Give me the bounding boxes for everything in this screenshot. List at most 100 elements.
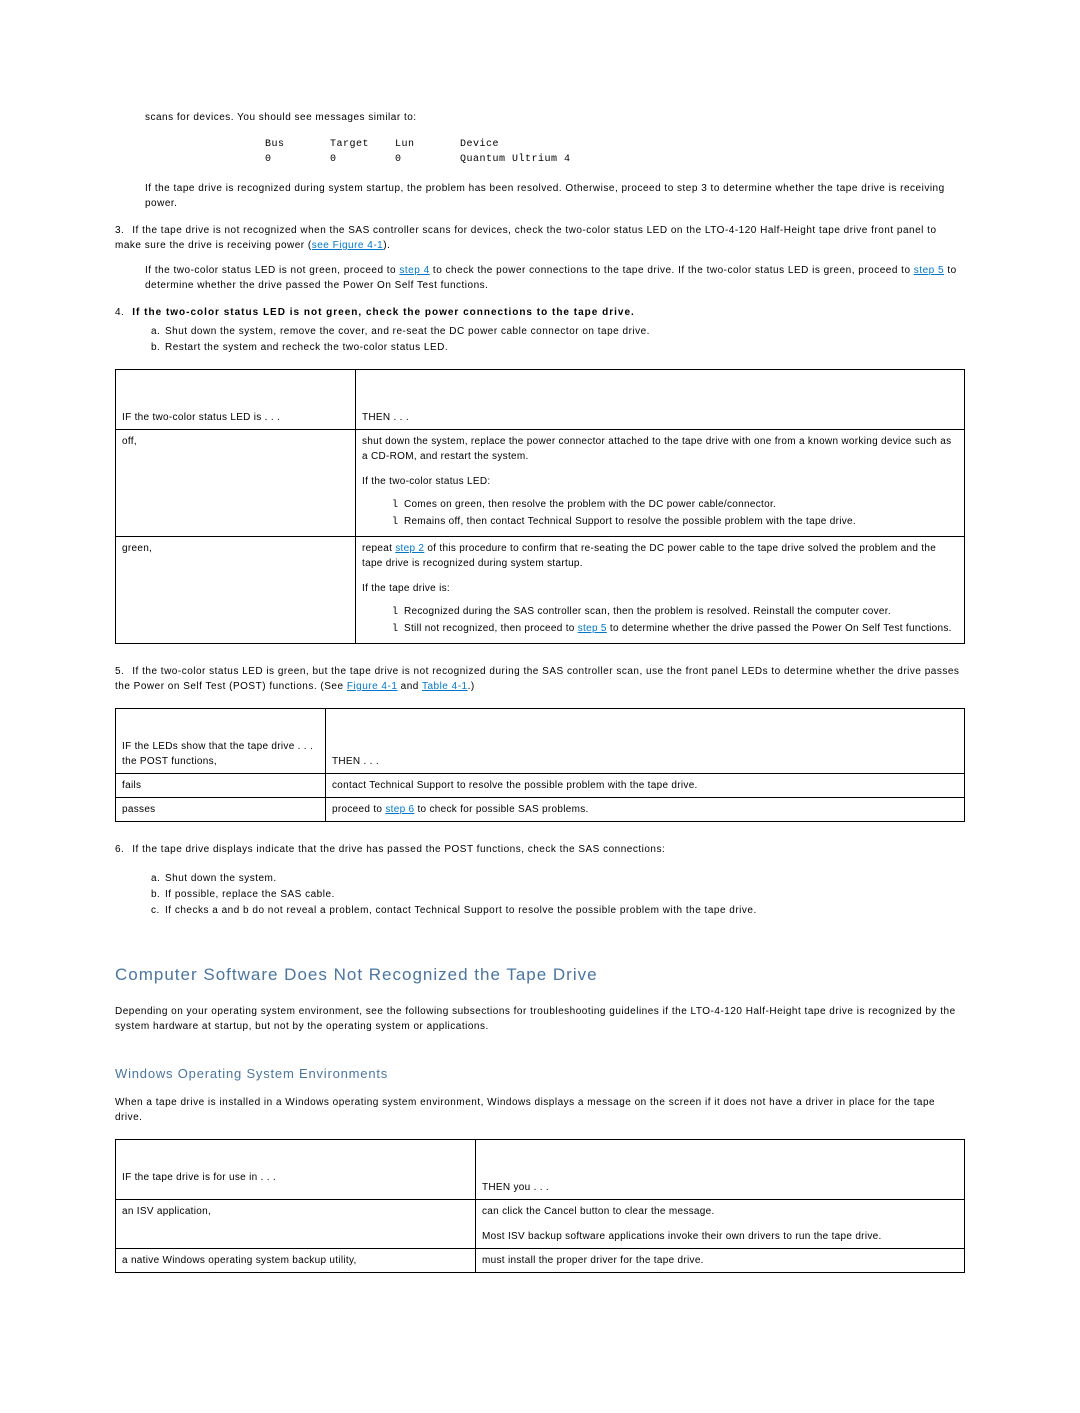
step-4: 4. If the two-color status LED is not gr… <box>115 305 965 355</box>
bullet-list: lComes on green, then resolve the proble… <box>392 497 958 530</box>
table-cell: contact Technical Support to resolve the… <box>326 774 965 798</box>
post-table: IF the LEDs show that the tape drive . .… <box>115 708 965 822</box>
table-cell: green, <box>116 537 356 644</box>
h3-paragraph: When a tape drive is installed in a Wind… <box>115 1095 965 1125</box>
step-4-a: Shut down the system, remove the cover, … <box>165 326 650 337</box>
link-table-4-1[interactable]: Table 4-1 <box>422 681 468 692</box>
table-header-row: IF the two-color status LED is . . . THE… <box>116 370 965 430</box>
step-5-text-c: .) <box>468 681 475 692</box>
step-6-text: If the tape drive displays indicate that… <box>132 844 665 855</box>
bullet-text: Comes on green, then resolve the problem… <box>404 499 776 510</box>
link-step-5[interactable]: step 5 <box>914 265 944 276</box>
table-header-row: IF the LEDs show that the tape drive . .… <box>116 709 965 774</box>
cell-p1: repeat step 2 of this procedure to confi… <box>362 541 958 571</box>
after-pre-paragraph: If the tape drive is recognized during s… <box>145 181 965 211</box>
intro-line: scans for devices. You should see messag… <box>145 110 965 125</box>
bullet-list: lRecognized during the SAS controller sc… <box>392 604 958 637</box>
table-row: green, repeat step 2 of this procedure t… <box>116 537 965 644</box>
step-3-p2-b: to check the power connections to the ta… <box>430 265 914 276</box>
cell-text: of this procedure to confirm that re-sea… <box>362 543 936 569</box>
substep-letter: a. <box>151 324 165 339</box>
table-header: IF the tape drive is for use in . . . <box>116 1140 476 1200</box>
table-cell: shut down the system, replace the power … <box>356 430 965 537</box>
table-row: an ISV application, can click the Cancel… <box>116 1200 965 1249</box>
link-see-figure-4-1[interactable]: see Figure 4-1 <box>312 240 383 251</box>
step-3-p2-a: If the two-color status LED is not green… <box>145 265 399 276</box>
link-step-4[interactable]: step 4 <box>399 265 429 276</box>
cell-p2: If the tape drive is: <box>362 581 958 596</box>
bullet-icon: l <box>392 515 404 530</box>
cell-p1: shut down the system, replace the power … <box>362 434 958 464</box>
step-number: 6. <box>115 842 129 857</box>
bullet-icon: l <box>392 605 404 620</box>
cell-p2: Most ISV backup software applications in… <box>482 1229 958 1244</box>
subheading-windows: Windows Operating System Environments <box>115 1064 965 1084</box>
substep-letter: b. <box>151 887 165 902</box>
step-4-sublist: a.Shut down the system, remove the cover… <box>151 324 965 355</box>
step-6-c: If checks a and b do not reveal a proble… <box>165 905 757 916</box>
step-4-text: If the two-color status LED is not green… <box>132 307 635 318</box>
link-step-5-b[interactable]: step 5 <box>578 623 607 634</box>
bullet-icon: l <box>392 622 404 637</box>
step-number: 4. <box>115 305 129 320</box>
cell-p2: If the two-color status LED: <box>362 474 958 489</box>
table-row: fails contact Technical Support to resol… <box>116 774 965 798</box>
table-header: THEN you . . . <box>476 1140 965 1200</box>
step-6: 6. If the tape drive displays indicate t… <box>115 842 965 918</box>
table-row: passes proceed to step 6 to check for po… <box>116 798 965 822</box>
table-cell: passes <box>116 798 326 822</box>
step-5-text-a: If the two-color status LED is green, bu… <box>115 666 959 692</box>
substep-letter: b. <box>151 340 165 355</box>
cell-text: proceed to <box>332 804 385 815</box>
link-step-6[interactable]: step 6 <box>385 804 414 815</box>
step-number: 3. <box>115 223 129 238</box>
step-number: 5. <box>115 664 129 679</box>
cell-text: repeat <box>362 543 395 554</box>
led-status-table: IF the two-color status LED is . . . THE… <box>115 369 965 644</box>
bullet-text: Still not recognized, then proceed to st… <box>404 623 952 634</box>
device-scan-output: Bus Target Lun Device 0 0 0 Quantum Ultr… <box>265 137 965 167</box>
step-3-text-b: ). <box>383 240 390 251</box>
table-header: IF the two-color status LED is . . . <box>116 370 356 430</box>
table-header: THEN . . . <box>356 370 965 430</box>
step-5: 5. If the two-color status LED is green,… <box>115 664 965 694</box>
link-figure-4-1[interactable]: Figure 4-1 <box>347 681 398 692</box>
table-cell: fails <box>116 774 326 798</box>
substep-letter: c. <box>151 903 165 918</box>
table-header: IF the LEDs show that the tape drive . .… <box>116 709 326 774</box>
substep-letter: a. <box>151 871 165 886</box>
table-cell: can click the Cancel button to clear the… <box>476 1200 965 1249</box>
windows-env-table: IF the tape drive is for use in . . . TH… <box>115 1139 965 1273</box>
step-6-b: If possible, replace the SAS cable. <box>165 889 335 900</box>
pre-header: Bus Target Lun Device <box>265 139 499 150</box>
section-heading-computer-software: Computer Software Does Not Recognized th… <box>115 962 965 988</box>
table-cell: repeat step 2 of this procedure to confi… <box>356 537 965 644</box>
bullet-text: Recognized during the SAS controller sca… <box>404 606 891 617</box>
bullet-text: Remains off, then contact Technical Supp… <box>404 516 856 527</box>
table-row: off, shut down the system, replace the p… <box>116 430 965 537</box>
link-step-2[interactable]: step 2 <box>395 543 424 554</box>
cell-p1: can click the Cancel button to clear the… <box>482 1204 958 1219</box>
document-page: scans for devices. You should see messag… <box>0 0 1080 1413</box>
step-4-b: Restart the system and recheck the two-c… <box>165 342 448 353</box>
step-5-text-b: and <box>397 681 422 692</box>
table-cell: must install the proper driver for the t… <box>476 1249 965 1273</box>
step-3-p2: If the two-color status LED is not green… <box>145 263 965 293</box>
step-6-sublist: a.Shut down the system. b.If possible, r… <box>151 871 965 918</box>
table-cell: off, <box>116 430 356 537</box>
table-header: THEN . . . <box>326 709 965 774</box>
step-3-text-a: If the tape drive is not recognized when… <box>115 225 937 251</box>
table-row: a native Windows operating system backup… <box>116 1249 965 1273</box>
bullet-icon: l <box>392 498 404 513</box>
table-cell: an ISV application, <box>116 1200 476 1249</box>
step-3: 3. If the tape drive is not recognized w… <box>115 223 965 293</box>
bullet-text-b: to determine whether the drive passed th… <box>607 623 952 634</box>
table-header-row: IF the tape drive is for use in . . . TH… <box>116 1140 965 1200</box>
pre-row: 0 0 0 Quantum Ultrium 4 <box>265 154 571 165</box>
h2-paragraph: Depending on your operating system envir… <box>115 1004 965 1034</box>
bullet-text-a: Still not recognized, then proceed to <box>404 623 578 634</box>
step-6-a: Shut down the system. <box>165 873 277 884</box>
cell-text: to check for possible SAS problems. <box>414 804 588 815</box>
table-cell: a native Windows operating system backup… <box>116 1249 476 1273</box>
table-cell: proceed to step 6 to check for possible … <box>326 798 965 822</box>
